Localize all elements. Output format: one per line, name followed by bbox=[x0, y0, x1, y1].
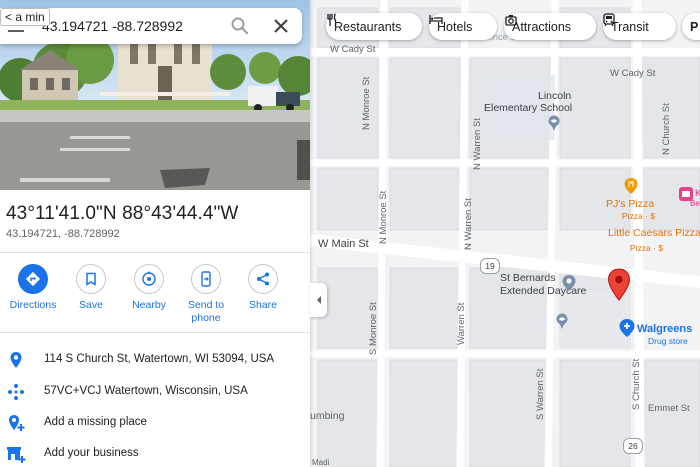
school-icon[interactable] bbox=[554, 313, 570, 329]
chip-transit[interactable]: Transit bbox=[603, 13, 676, 40]
street-label: Warren St bbox=[456, 302, 467, 345]
bookmark-icon bbox=[86, 272, 96, 286]
add-missing-place-text: Add a missing place bbox=[44, 416, 147, 428]
address-text: 114 S Church St, Watertown, WI 53094, US… bbox=[44, 353, 275, 365]
poi-subtitle: Pizza · $ bbox=[630, 243, 664, 253]
phone-icon bbox=[201, 271, 211, 287]
poi-subtitle: Pizza · $ bbox=[622, 211, 656, 221]
page-title: 43°11'41.0"N 88°43'44.4"W bbox=[6, 203, 239, 224]
chip-restaurants[interactable]: Restaurants bbox=[326, 13, 422, 40]
plus-code-icon bbox=[6, 382, 26, 402]
search-icon[interactable] bbox=[230, 16, 250, 36]
poi-subtitle: Drug store bbox=[648, 336, 688, 346]
share-label: Share bbox=[248, 299, 278, 311]
parking-icon: P bbox=[690, 19, 699, 34]
chevron-left-icon bbox=[316, 296, 321, 304]
nearby-button[interactable]: Nearby bbox=[119, 264, 179, 312]
plus-code-row[interactable]: 57VC+VCJ Watertown, Wisconsin, USA bbox=[0, 378, 310, 406]
hotel-icon bbox=[429, 15, 443, 24]
street-label: S Warren St bbox=[535, 368, 546, 420]
send-to-phone-label: Send to phone bbox=[187, 299, 225, 324]
search-input[interactable] bbox=[42, 16, 212, 36]
pharmacy-pin-icon[interactable] bbox=[618, 318, 636, 338]
collapse-panel-button[interactable] bbox=[310, 283, 327, 317]
plus-code-text: 57VC+VCJ Watertown, Wisconsin, USA bbox=[44, 385, 248, 397]
nearby-label: Nearby bbox=[132, 299, 166, 311]
restaurant-pin-icon[interactable] bbox=[623, 177, 639, 195]
coordinates-subtitle: 43.194721, -88.728992 bbox=[6, 228, 120, 240]
poi-label-st-bernards: St Bernards bbox=[500, 272, 556, 284]
street-label: N Church St bbox=[661, 103, 672, 155]
chip-hotels[interactable]: Hotels bbox=[429, 13, 497, 40]
divider bbox=[0, 332, 310, 333]
add-place-icon bbox=[6, 413, 26, 433]
business-icon bbox=[6, 444, 26, 464]
nearby-icon bbox=[142, 271, 156, 286]
transit-icon bbox=[603, 13, 615, 27]
daycare-pin-icon[interactable] bbox=[561, 274, 577, 292]
school-icon[interactable] bbox=[546, 115, 562, 131]
street-label: N Warren St bbox=[463, 198, 474, 250]
street-label: S Monroe St bbox=[368, 302, 379, 355]
divider bbox=[0, 252, 310, 253]
poi-label-little-caesars: Little Caesars Pizza bbox=[608, 227, 700, 239]
route-shield: 19 bbox=[480, 258, 500, 274]
street-label: N Monroe St bbox=[361, 76, 372, 130]
poi-label-partial: umbing bbox=[310, 410, 345, 422]
street-label: W Cady St bbox=[330, 44, 376, 55]
chip-label: Attractions bbox=[512, 19, 572, 34]
street-label: Emmet St bbox=[648, 403, 690, 414]
poi-label-lincoln-school: Elementary School bbox=[484, 102, 573, 114]
directions-icon bbox=[25, 271, 41, 287]
time-chip: < a min bbox=[0, 8, 50, 26]
street-label: S Church St bbox=[631, 358, 642, 410]
attractions-icon bbox=[505, 15, 517, 26]
chip-label: Restaurants bbox=[334, 19, 402, 34]
location-pin-icon bbox=[6, 350, 26, 370]
poi-label-walgreens: Walgreens bbox=[637, 323, 693, 335]
street-label: N Warren St bbox=[472, 118, 483, 170]
directions-button[interactable]: Directions bbox=[3, 264, 63, 312]
add-missing-place-row[interactable]: Add a missing place bbox=[0, 409, 310, 437]
poi-label-k: K bbox=[695, 188, 700, 199]
add-business-text: Add your business bbox=[44, 447, 139, 459]
add-business-row[interactable]: Add your business bbox=[0, 440, 310, 467]
save-button[interactable]: Save bbox=[61, 264, 121, 312]
close-icon[interactable] bbox=[270, 15, 292, 37]
chip-label: Transit bbox=[611, 19, 649, 34]
map-canvas[interactable]: W Cady St W Cady St Prince Of Peace Luth… bbox=[310, 0, 700, 467]
shop-pin-icon[interactable] bbox=[678, 186, 694, 202]
send-to-phone-button[interactable]: Send to phone bbox=[176, 264, 236, 325]
street-label: W Cady St bbox=[610, 68, 656, 79]
poi-label-pjs-pizza: PJ's Pizza bbox=[606, 198, 655, 210]
location-marker-icon[interactable] bbox=[607, 268, 631, 302]
restaurant-icon bbox=[327, 13, 337, 26]
share-button[interactable]: Share bbox=[233, 264, 293, 312]
poi-label-lincoln: Lincoln bbox=[538, 90, 572, 102]
save-label: Save bbox=[79, 299, 103, 311]
street-label: N Monroe St bbox=[378, 190, 389, 244]
place-panel: < a min 43°11'41.0"N 88°43'44.4"W 43.194… bbox=[0, 0, 310, 467]
share-icon bbox=[257, 272, 269, 286]
street-label-w-main: W Main St bbox=[318, 238, 369, 250]
chip-attractions[interactable]: Attractions bbox=[504, 13, 596, 40]
route-shield: 26 bbox=[623, 438, 643, 454]
address-row[interactable]: 114 S Church St, Watertown, WI 53094, US… bbox=[0, 346, 310, 374]
directions-label: Directions bbox=[9, 299, 57, 311]
street-label: Madi bbox=[312, 458, 330, 467]
